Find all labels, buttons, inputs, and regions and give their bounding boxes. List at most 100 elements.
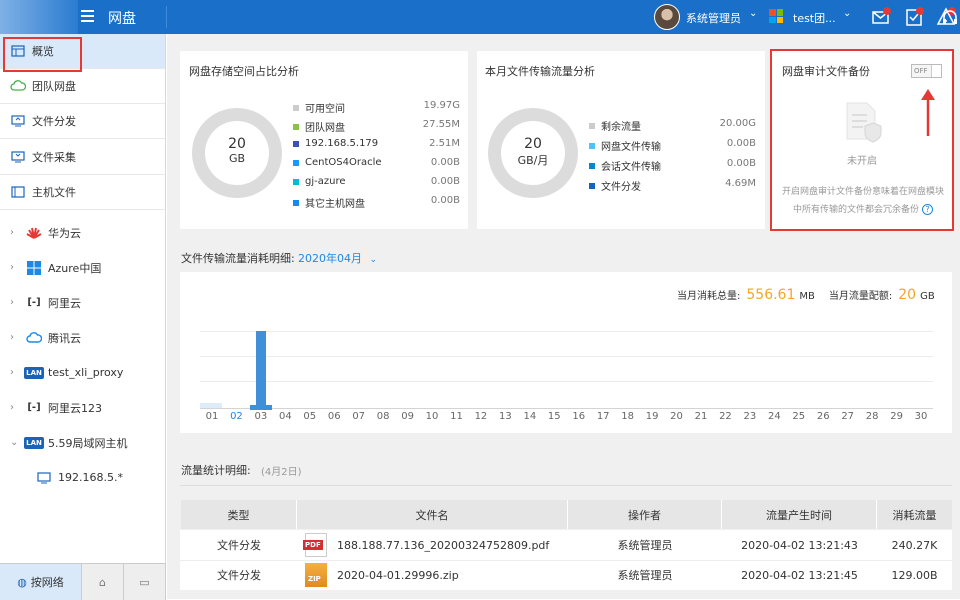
column-header-filename[interactable]: 文件名 (297, 500, 568, 529)
backup-description-text: 开启网盘审计文件备份意味着在网盘模块中所有传输的文件都会冗余备份 (781, 187, 944, 215)
avatar[interactable] (654, 4, 680, 30)
sidebar-item-distribute[interactable]: 文件分发 (0, 104, 165, 139)
legend-label: 其它主机网盘 (305, 199, 365, 210)
x-tick-label: 11 (450, 411, 463, 422)
cell-type: 文件分发 (217, 539, 261, 552)
document-shield-icon (846, 102, 882, 143)
legend-value: 0.00B (430, 157, 460, 168)
tag-icon: ⌂ (99, 575, 106, 589)
sidebar-item-tencent[interactable]: › 腾讯云 (0, 320, 165, 355)
legend-swatch (293, 199, 299, 206)
column-header-type[interactable]: 类型 (181, 500, 297, 529)
legend-label: 192.168.5.179 (305, 138, 379, 149)
sidebar-item-azure[interactable]: › Azure中国 (0, 250, 165, 285)
sidebar-item-host-files[interactable]: 主机文件 (0, 175, 165, 210)
sidebar-item-huawei[interactable]: › 华为云 (0, 215, 165, 250)
x-tick-label: 12 (474, 411, 488, 422)
sidebar-item-team-disk[interactable]: 团队网盘 (0, 69, 165, 104)
approval-icon[interactable] (903, 6, 925, 28)
month-selector[interactable]: 2020年04月 ⌄ (298, 250, 377, 266)
chevron-right-icon[interactable]: › (10, 297, 20, 308)
storage-card-title: 网盘存储空间占比分析 (189, 65, 299, 78)
legend-value: 27.55M (422, 119, 460, 130)
chevron-right-icon[interactable]: › (10, 402, 20, 413)
user-name[interactable]: 系统管理员 (686, 10, 741, 26)
sidebar-item-label: 阿里云123 (48, 401, 102, 415)
chevron-down-icon[interactable]: ⌄ (749, 8, 757, 19)
headset-icon[interactable] (940, 8, 960, 28)
chevron-right-icon[interactable]: › (10, 262, 20, 273)
menu-icon[interactable] (81, 10, 94, 22)
backup-status: 未开启 (847, 156, 877, 167)
chevron-right-icon[interactable]: › (10, 367, 20, 378)
backup-description: 开启网盘审计文件备份意味着在网盘模块中所有传输的文件都会冗余备份 ? (781, 183, 945, 219)
legend-item: 会话文件传输 (589, 158, 661, 173)
legend-label: 文件分发 (601, 182, 641, 193)
cell-filename[interactable]: PDF 188.188.77.136_20200324752809.pdf (303, 530, 568, 560)
total-label: 当月消耗总量: (677, 291, 741, 302)
chevron-down-icon[interactable]: ⌄ (10, 437, 20, 448)
total-value: 556.61 (746, 287, 796, 303)
tab-by-folder[interactable]: ▭ (124, 564, 166, 600)
x-tick-label: 02 (230, 411, 243, 422)
globe-icon: ◍ (17, 575, 27, 589)
x-tick-label: 29 (890, 411, 903, 422)
chevron-down-icon[interactable]: ⌄ (843, 8, 851, 19)
legend-swatch (589, 122, 595, 129)
stats-title: 流量统计明细: (181, 464, 251, 477)
legend-item: 网盘文件传输 (589, 138, 661, 153)
legend-label: 剩余流量 (601, 122, 641, 133)
legend-swatch (293, 159, 299, 166)
sidebar-item-host-192[interactable]: 192.168.5.* (0, 460, 165, 495)
column-header-operator[interactable]: 操作者 (568, 500, 722, 529)
tab-by-network[interactable]: ◍ 按网络 (0, 564, 82, 600)
chevron-right-icon[interactable]: › (10, 332, 20, 343)
x-tick-label: 30 (914, 411, 928, 422)
folder-icon: ▭ (139, 575, 150, 589)
legend-item: gj-azure (293, 176, 346, 187)
message-icon[interactable] (870, 6, 892, 28)
chart-bar[interactable] (256, 330, 267, 408)
legend-item: 剩余流量 (589, 118, 641, 133)
legend-label: 可用空间 (305, 104, 345, 115)
sidebar-item-collect[interactable]: 文件采集 (0, 140, 165, 175)
help-icon[interactable]: ? (921, 204, 933, 215)
stats-date: (4月2日) (261, 467, 302, 478)
pdf-icon: PDF (303, 533, 327, 557)
x-tick-label: 21 (694, 411, 708, 422)
lan-icon: LAN (24, 436, 44, 449)
legend-label: CentOS4Oracle (305, 157, 382, 168)
gridline (200, 331, 933, 332)
org-name[interactable]: test团... (793, 10, 836, 26)
legend-label: gj-azure (305, 176, 346, 187)
chevron-right-icon[interactable]: › (10, 227, 20, 238)
tencent-icon (26, 331, 42, 345)
traffic-card-title: 本月文件传输流量分析 (485, 65, 595, 78)
column-header-time[interactable]: 流量产生时间 (722, 500, 877, 529)
sidebar-item-label: test_xli_proxy (48, 366, 124, 379)
x-tick-label: 25 (792, 411, 806, 422)
traffic-donut: 20 GB/月 (488, 108, 578, 198)
aliyun-icon: [-] (27, 297, 41, 308)
sidebar-item-test-proxy[interactable]: › LAN test_xli_proxy (0, 355, 165, 390)
sidebar-item-label: 主机文件 (32, 186, 76, 199)
cloud-icon (10, 79, 26, 93)
cell-filename[interactable]: ZIP 2020-04-01.29996.zip (305, 560, 568, 590)
column-header-size[interactable]: 消耗流量 (877, 500, 952, 529)
sidebar-item-label: 文件采集 (32, 151, 76, 164)
sidebar-item-label: 腾讯云 (48, 331, 81, 345)
tab-by-tag[interactable]: ⌂ (82, 564, 124, 600)
legend-item: 192.168.5.179 (293, 138, 378, 149)
toggle-label: OFF (914, 67, 928, 75)
legend-swatch (293, 140, 299, 147)
sidebar-item-lan-host[interactable]: ⌄ LAN 5.59局域网主机 (0, 425, 165, 460)
backup-toggle[interactable]: OFF (911, 64, 942, 78)
x-tick-label: 07 (352, 411, 366, 422)
sidebar-item-aliyun123[interactable]: › [-] 阿里云123 (0, 390, 165, 425)
huawei-icon (26, 226, 42, 240)
chevron-down-icon: ⌄ (369, 255, 378, 265)
sidebar-item-aliyun[interactable]: › [-] 阿里云 (0, 285, 165, 320)
x-tick-label: 14 (523, 411, 537, 422)
legend-value: 0.00B (726, 138, 756, 149)
x-tick-label: 09 (401, 411, 414, 422)
